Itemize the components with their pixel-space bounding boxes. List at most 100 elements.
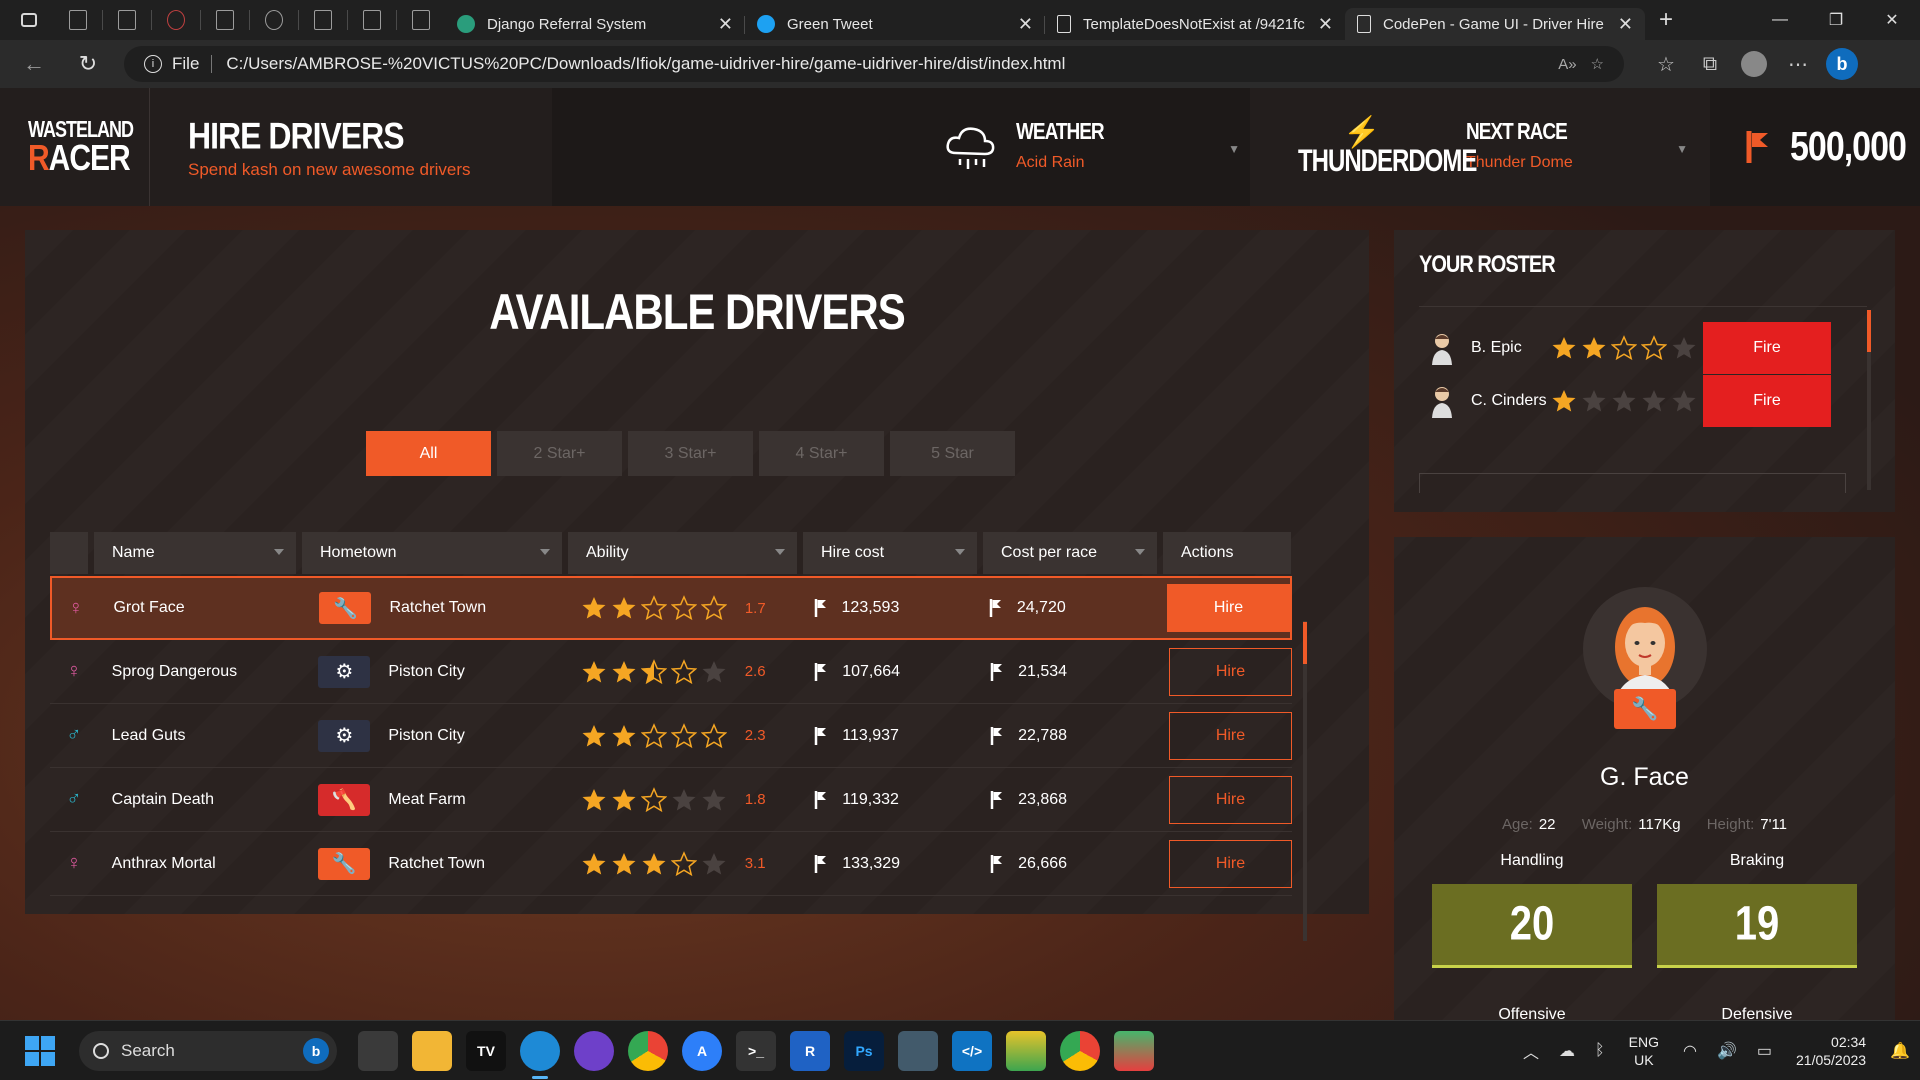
- roster-scrollbar-thumb[interactable]: [1867, 310, 1871, 352]
- bluetooth-icon[interactable]: ᛒ: [1595, 1042, 1605, 1060]
- table-row[interactable]: ♂ Lead Guts ⚙ Piston City 2.3 113,937 22…: [50, 704, 1292, 768]
- input-language[interactable]: ENG UK: [1629, 1033, 1659, 1069]
- file-explorer-icon[interactable]: [412, 1030, 452, 1071]
- bing-copilot-icon[interactable]: b: [1820, 46, 1864, 82]
- browser-tab[interactable]: Green Tweet ✕: [745, 8, 1045, 40]
- tradingview-icon[interactable]: TV: [466, 1030, 506, 1071]
- pinned-tab-icon[interactable]: [216, 10, 234, 30]
- filter-button[interactable]: 3 Star+: [628, 431, 753, 476]
- hire-button[interactable]: Hire: [1168, 839, 1292, 888]
- close-tab-icon[interactable]: ✕: [718, 14, 733, 35]
- more-options-icon[interactable]: ⋯: [1776, 46, 1820, 82]
- fire-button[interactable]: Fire: [1703, 375, 1831, 427]
- weight-value: 117Kg: [1638, 816, 1681, 833]
- info-icon[interactable]: i: [144, 55, 162, 73]
- table-row[interactable]: ♂ Captain Death 🪓 Meat Farm 1.8 119,332 …: [50, 768, 1292, 832]
- sort-icon[interactable]: [1135, 549, 1145, 555]
- battery-icon[interactable]: ▭: [1757, 1041, 1772, 1061]
- hometown-name: Piston City: [388, 726, 465, 744]
- back-icon[interactable]: ←: [14, 44, 54, 84]
- close-window-icon[interactable]: ✕: [1864, 0, 1920, 40]
- drivers-scrollbar-track[interactable]: [1303, 621, 1307, 941]
- browser-tab[interactable]: Django Referral System ✕: [445, 8, 745, 40]
- hire-button[interactable]: Hire: [1168, 647, 1292, 696]
- pinned-tab-icon[interactable]: [363, 10, 381, 30]
- github-desktop-icon[interactable]: [574, 1030, 614, 1071]
- photoshop-icon[interactable]: Ps: [844, 1030, 884, 1071]
- profile-avatar[interactable]: [1732, 46, 1776, 82]
- tab-actions-icon[interactable]: [14, 5, 44, 35]
- chevron-down-icon[interactable]: ▼: [1228, 142, 1240, 156]
- sort-icon[interactable]: [274, 549, 284, 555]
- vscode-icon[interactable]: </>: [952, 1030, 992, 1071]
- filter-button[interactable]: 4 Star+: [759, 431, 884, 476]
- hire-button[interactable]: Hire: [1167, 584, 1290, 632]
- table-row[interactable]: ♀ Grot Face 🔧 Ratchet Town 1.7 123,593 2…: [50, 576, 1292, 640]
- bluestacks-icon[interactable]: [1006, 1030, 1046, 1071]
- notifications-icon[interactable]: 🔔: [1890, 1041, 1910, 1061]
- drivers-scrollbar-thumb[interactable]: [1303, 622, 1307, 664]
- wifi-icon[interactable]: ◠: [1683, 1041, 1697, 1061]
- close-tab-icon[interactable]: ✕: [1018, 14, 1033, 35]
- close-tab-icon[interactable]: ✕: [1318, 14, 1333, 35]
- minimize-icon[interactable]: —: [1752, 0, 1808, 40]
- hire-button[interactable]: Hire: [1168, 711, 1292, 760]
- revit-icon[interactable]: R: [790, 1030, 830, 1071]
- column-hometown[interactable]: Hometown: [302, 532, 562, 574]
- chevron-up-icon[interactable]: ︿: [1523, 1039, 1539, 1063]
- sort-icon[interactable]: [540, 549, 550, 555]
- column-cost-per-race[interactable]: Cost per race: [983, 532, 1157, 574]
- star-outline-icon: [1611, 335, 1637, 361]
- column-ability[interactable]: Ability: [568, 532, 797, 574]
- weather-dropdown[interactable]: WEATHER Acid Rain ▼: [552, 88, 1250, 206]
- volume-icon[interactable]: 🔊: [1717, 1041, 1737, 1061]
- column-name[interactable]: Name: [94, 532, 296, 574]
- pinned-tab-icon[interactable]: [412, 10, 430, 30]
- wasteland-racer-logo[interactable]: WASTELAND RACER: [0, 88, 150, 206]
- chrome-profile-icon[interactable]: [1060, 1030, 1100, 1071]
- table-row[interactable]: ♀ Sprog Dangerous ⚙ Piston City 2.6 107,…: [50, 640, 1292, 704]
- chevron-down-icon[interactable]: ▼: [1676, 142, 1688, 156]
- browser-tab[interactable]: TemplateDoesNotExist at /9421fc ✕: [1045, 8, 1345, 40]
- star-full-icon: [612, 724, 636, 746]
- pinned-tab-icon[interactable]: [167, 10, 185, 30]
- read-aloud-icon[interactable]: A»: [1558, 56, 1576, 73]
- filter-button[interactable]: 5 Star: [890, 431, 1015, 476]
- column-actions: Actions: [1163, 532, 1291, 574]
- bing-icon[interactable]: b: [303, 1037, 329, 1064]
- refresh-icon[interactable]: ↻: [68, 44, 108, 84]
- restore-icon[interactable]: ❐: [1808, 0, 1864, 40]
- url-text[interactable]: C:/Users/AMBROSE-%20VICTUS%20PC/Download…: [226, 54, 1544, 74]
- task-view-icon[interactable]: [358, 1030, 398, 1071]
- windows-start-icon[interactable]: [25, 1035, 55, 1066]
- chrome-icon[interactable]: [628, 1030, 668, 1071]
- edge-browser-icon[interactable]: [520, 1030, 560, 1079]
- snipping-tool-icon[interactable]: [898, 1030, 938, 1071]
- add-favorite-icon[interactable]: ☆: [1591, 55, 1604, 73]
- pinned-tab-icon[interactable]: [69, 10, 87, 30]
- filter-button[interactable]: 2 Star+: [497, 431, 622, 476]
- browser-tab-active[interactable]: CodePen - Game UI - Driver Hire ✕: [1345, 8, 1645, 40]
- column-hire-cost[interactable]: Hire cost: [803, 532, 977, 574]
- favorites-icon[interactable]: ☆: [1644, 46, 1688, 82]
- pinned-tab-icon[interactable]: [265, 10, 283, 30]
- onedrive-icon[interactable]: ☁: [1559, 1041, 1575, 1061]
- new-tab-icon[interactable]: +: [1659, 6, 1673, 34]
- pinned-tab-icon[interactable]: [118, 10, 136, 30]
- terminal-icon[interactable]: >_: [736, 1030, 776, 1071]
- address-bar[interactable]: i File C:/Users/AMBROSE-%20VICTUS%20PC/D…: [124, 46, 1624, 82]
- taskbar-search[interactable]: Search b: [79, 1030, 337, 1071]
- fire-button[interactable]: Fire: [1703, 322, 1831, 374]
- collections-icon[interactable]: ⧉: [1688, 46, 1732, 82]
- pinned-tab-icon[interactable]: [314, 10, 332, 30]
- sort-icon[interactable]: [955, 549, 965, 555]
- app-store-icon[interactable]: A: [682, 1030, 722, 1071]
- close-tab-icon[interactable]: ✕: [1618, 14, 1633, 35]
- sort-icon[interactable]: [775, 549, 785, 555]
- filter-button[interactable]: All: [366, 431, 491, 476]
- bluestacks-icon[interactable]: [1114, 1030, 1154, 1071]
- clock[interactable]: 02:34 21/05/2023: [1796, 1033, 1866, 1069]
- table-row[interactable]: ♀ Anthrax Mortal 🔧 Ratchet Town 3.1 133,…: [50, 832, 1292, 896]
- hire-button[interactable]: Hire: [1168, 775, 1292, 824]
- next-race-dropdown[interactable]: ⚡ THUNDERDOME NEXT RACE Thunder Dome ▼: [1250, 88, 1710, 206]
